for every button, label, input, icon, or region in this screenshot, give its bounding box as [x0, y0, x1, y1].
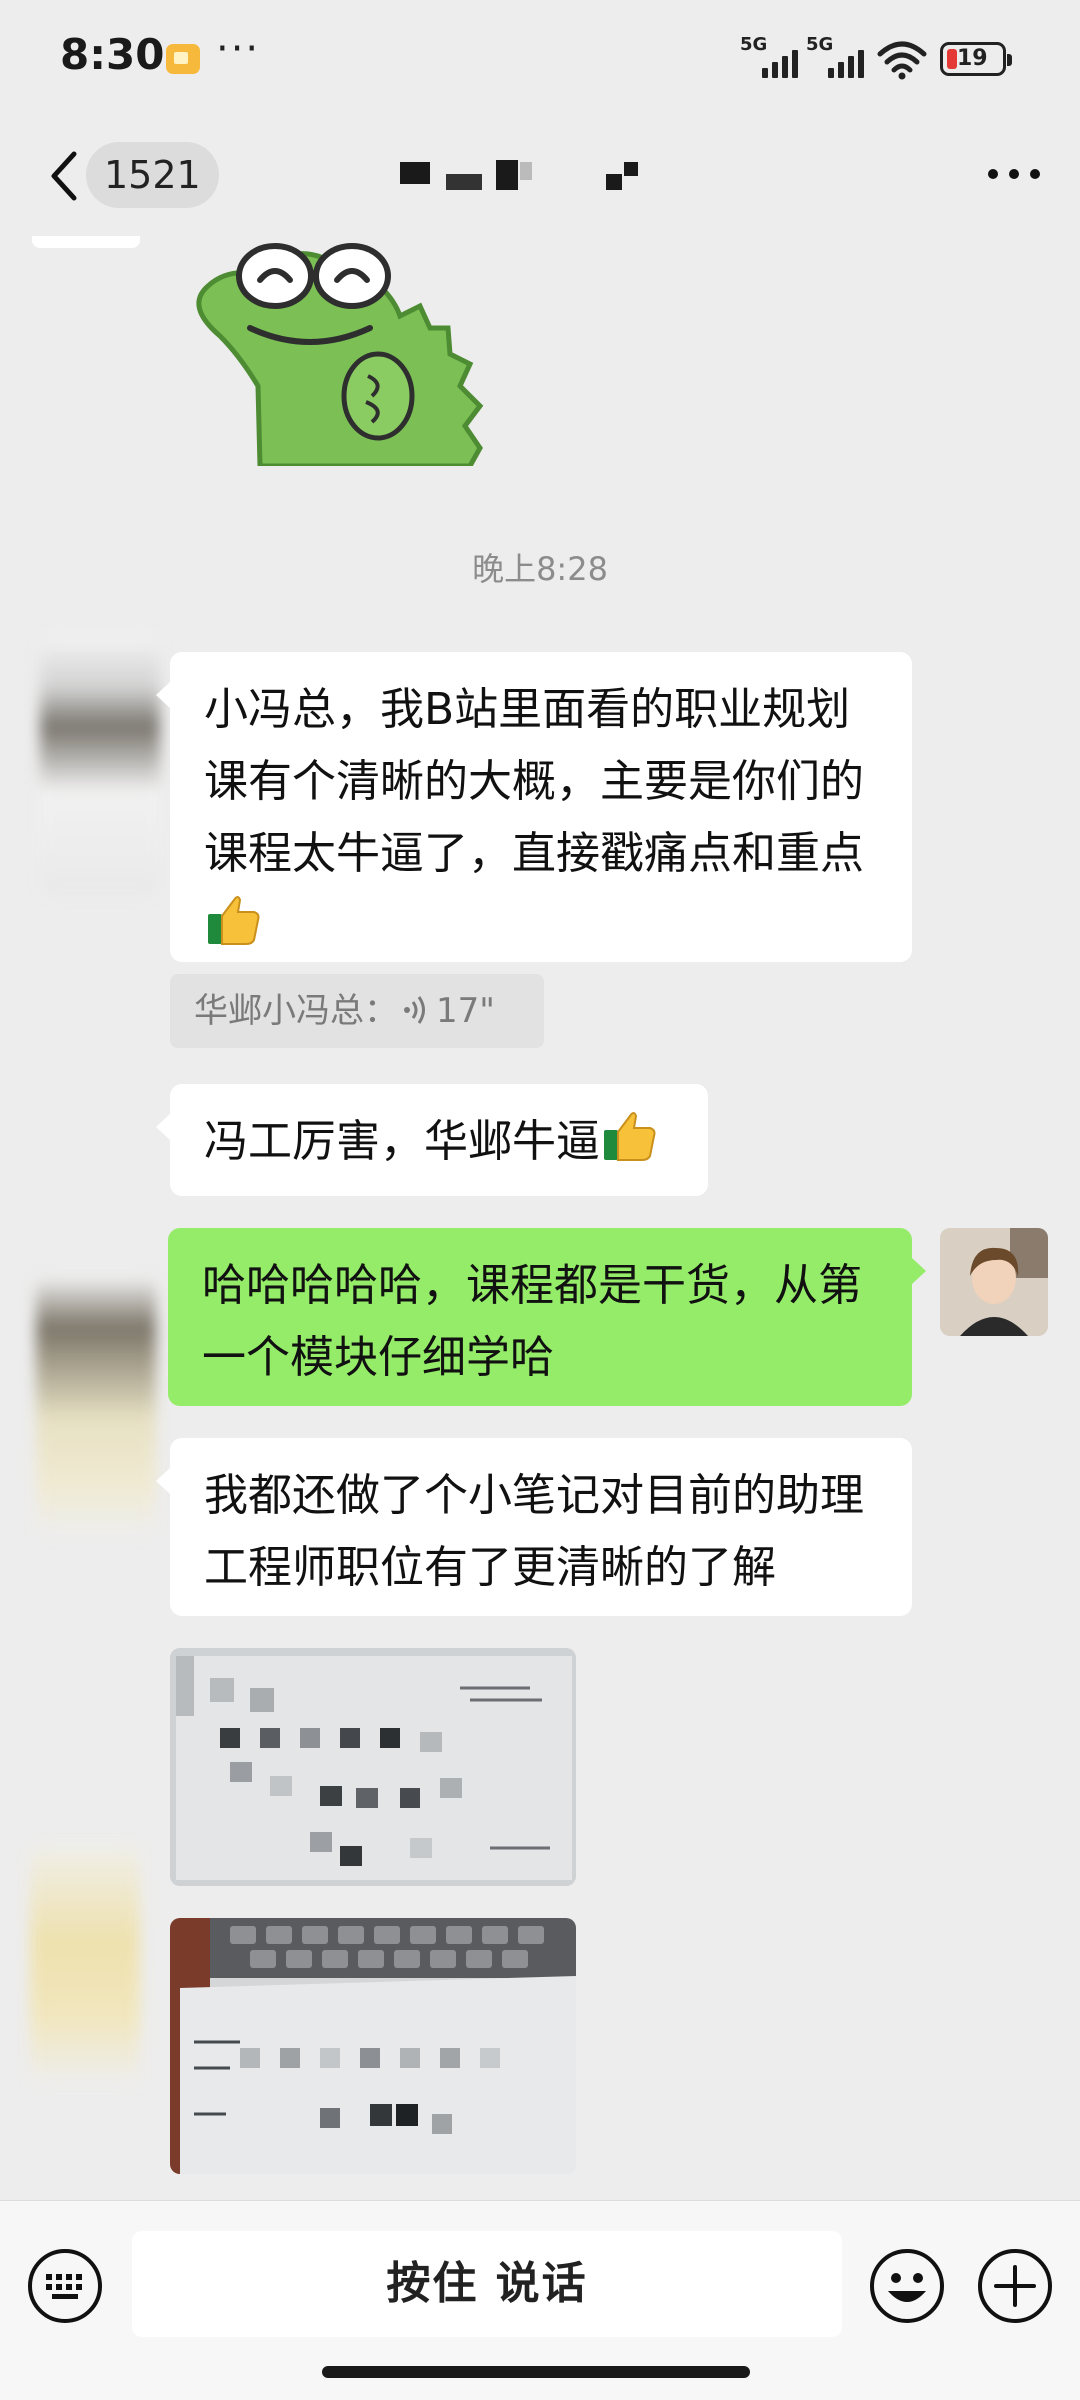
- my-message-line-1: 哈哈哈哈哈，课程都是干货，从第: [202, 1260, 862, 1311]
- more-options-icon[interactable]: [988, 154, 1040, 194]
- my-message-line-2: 一个模块仔细学哈: [202, 1332, 554, 1383]
- sender-avatar-blurred-3[interactable]: [30, 1846, 140, 2086]
- quoted-voice-message[interactable]: 华邺小冯总： 17": [170, 974, 544, 1048]
- message-1-line-3: 课程太牛逼了，直接戳痛点和重点: [204, 828, 864, 879]
- battery-icon: 19: [940, 42, 1012, 76]
- thumbs-up-icon: [604, 1112, 656, 1161]
- chat-header: 1521: [0, 118, 1080, 236]
- previous-message-edge: [32, 236, 140, 248]
- message-timestamp: 晚上8:28: [472, 550, 608, 588]
- signal-5g-icon: 5G: [740, 34, 810, 82]
- sender-avatar-blurred-2[interactable]: [36, 1276, 156, 1536]
- status-more-notifications: ···: [216, 26, 261, 72]
- image-message-notes-1[interactable]: [170, 1648, 576, 1886]
- message-bubble-3[interactable]: 我都还做了个小笔记对目前的助理 工程师职位有了更清晰的了解: [156, 1438, 912, 1616]
- battery-level-fill: [947, 49, 957, 69]
- green-crocodile-sticker[interactable]: [180, 236, 500, 466]
- notification-app-icon: [166, 44, 200, 74]
- unread-count-badge[interactable]: 1521: [86, 142, 219, 208]
- back-arrow-icon[interactable]: [42, 146, 86, 206]
- quote-duration: 17": [436, 991, 495, 1031]
- home-indicator[interactable]: [322, 2366, 750, 2378]
- message-2-text: 冯工厉害，华邺牛逼: [204, 1116, 600, 1167]
- emoji-icon[interactable]: [868, 2247, 946, 2325]
- voice-wave-icon: [404, 996, 425, 1024]
- status-bar: 8:30 ··· 5G 5G 19: [0, 0, 1080, 118]
- hold-to-talk-button[interactable]: 按住 说话: [132, 2231, 842, 2337]
- message-bubble-2[interactable]: 冯工厉害，华邺牛逼: [156, 1084, 708, 1196]
- my-avatar[interactable]: [940, 1228, 1048, 1336]
- message-1-line-2: 课有个清晰的大概，主要是你们的: [204, 756, 864, 807]
- my-message-bubble[interactable]: 哈哈哈哈哈，课程都是干货，从第 一个模块仔细学哈: [168, 1228, 926, 1406]
- image-message-notes-2[interactable]: [170, 1918, 576, 2174]
- wechat-chat-screen: 8:30 ··· 5G 5G 19 1521 晚上8:28 小冯总，我B站里面看…: [0, 0, 1080, 2400]
- wifi-icon: [877, 41, 927, 80]
- plus-more-icon[interactable]: [976, 2247, 1054, 2325]
- message-bubble-1[interactable]: 小冯总，我B站里面看的职业规划 课有个清晰的大概，主要是你们的 课程太牛逼了，直…: [156, 652, 912, 962]
- message-3-line-1: 我都还做了个小笔记对目前的助理: [204, 1470, 864, 1521]
- status-time: 8:30: [60, 30, 165, 79]
- quote-author: 华邺小冯总：: [194, 991, 398, 1031]
- message-1-line-1: 小冯总，我B站里面看的职业规划: [204, 684, 851, 735]
- sender-avatar-blurred[interactable]: [40, 636, 160, 896]
- message-list[interactable]: 晚上8:28 小冯总，我B站里面看的职业规划 课有个清晰的大概，主要是你们的 课…: [0, 236, 1080, 2200]
- keyboard-toggle-icon[interactable]: [26, 2247, 104, 2325]
- battery-level-text: 19: [957, 46, 988, 71]
- signal-5g-icon-2: 5G: [806, 34, 876, 82]
- thumbs-up-icon: [208, 896, 260, 945]
- message-3-line-2: 工程师职位有了更清晰的了解: [204, 1542, 776, 1593]
